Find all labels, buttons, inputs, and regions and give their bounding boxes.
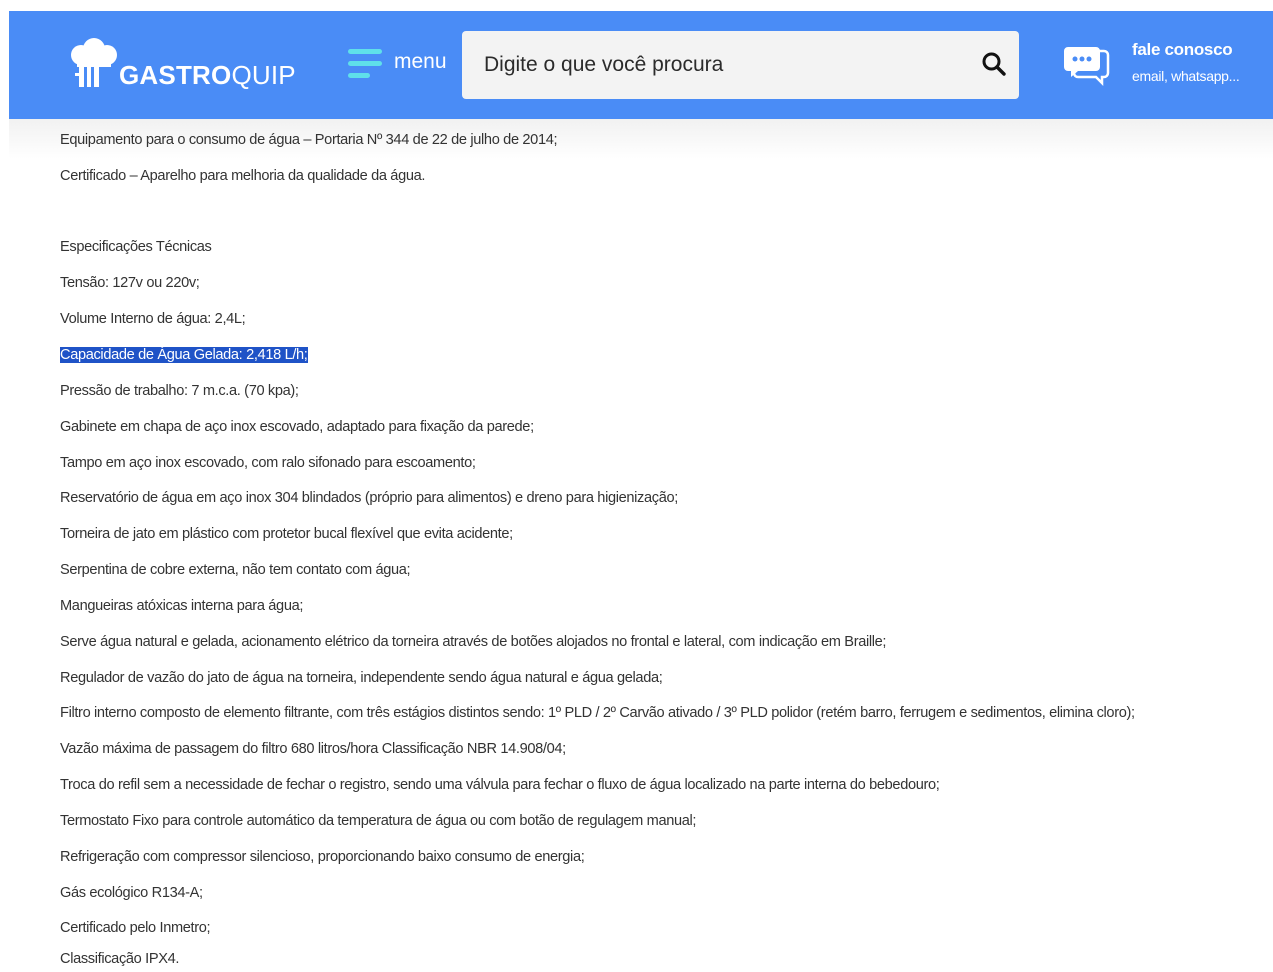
chat-bubble-icon bbox=[1064, 45, 1110, 87]
spec-line: Pressão de trabalho: 7 m.c.a. (70 kpa); bbox=[60, 383, 299, 399]
spec-line: Certificado – Aparelho para melhoria da … bbox=[60, 168, 426, 184]
menu-label: menu bbox=[394, 50, 447, 73]
spec-line: Certificado pelo Inmetro; bbox=[60, 920, 211, 936]
contact-link[interactable]: fale conosco email, whatsapp... bbox=[1064, 39, 1240, 87]
contact-text: fale conosco email, whatsapp... bbox=[1132, 39, 1240, 85]
site-header: GASTROQUIP menu Digite o que você procur… bbox=[9, 11, 1273, 119]
spec-line: Gabinete em chapa de aço inox escovado, … bbox=[60, 419, 534, 435]
page: GASTROQUIP menu Digite o que você procur… bbox=[0, 0, 1273, 972]
spec-line: Termostato Fixo para controle automático… bbox=[60, 813, 697, 829]
search-box bbox=[462, 31, 1019, 99]
search-icon[interactable] bbox=[981, 51, 1007, 77]
search-input[interactable] bbox=[484, 53, 954, 77]
spec-line: Filtro interno composto de elemento filt… bbox=[60, 705, 1135, 721]
spec-line: Volume Interno de água: 2,4L; bbox=[60, 311, 246, 327]
spec-line: Gás ecológico R134-A; bbox=[60, 885, 203, 901]
logo-text: GASTROQUIP bbox=[119, 60, 296, 91]
spec-line: Troca do refil sem a necessidade de fech… bbox=[60, 777, 940, 793]
menu-button[interactable]: menu bbox=[348, 49, 447, 81]
spec-line: Classificação IPX4. bbox=[60, 951, 180, 967]
spec-line: Regulador de vazão do jato de água na to… bbox=[60, 670, 663, 686]
spec-line: Torneira de jato em plástico com proteto… bbox=[60, 526, 513, 542]
contact-title: fale conosco bbox=[1132, 40, 1233, 59]
spec-line: Vazão máxima de passagem do filtro 680 l… bbox=[60, 741, 566, 757]
logo-text-bold: GASTRO bbox=[119, 59, 232, 90]
hamburger-icon bbox=[348, 49, 382, 81]
spec-line: Reservatório de água em aço inox 304 bli… bbox=[60, 490, 678, 506]
contact-subtitle: email, whatsapp... bbox=[1132, 68, 1240, 84]
selected-text: Capacidade de Água Gelada: 2,418 L/h; bbox=[60, 347, 308, 363]
spec-line-selected: Capacidade de Água Gelada: 2,418 L/h; bbox=[60, 345, 308, 365]
spec-line: Tensão: 127v ou 220v; bbox=[60, 275, 200, 291]
spec-heading: Especificações Técnicas bbox=[60, 239, 212, 255]
spec-line: Equipamento para o consumo de água – Por… bbox=[60, 132, 558, 148]
spec-line: Serpentina de cobre externa, não tem con… bbox=[60, 562, 411, 578]
spec-line: Serve água natural e gelada, acionamento… bbox=[60, 634, 887, 650]
chef-hat-logo-icon bbox=[65, 37, 123, 93]
spec-line: Mangueiras atóxicas interna para água; bbox=[60, 598, 304, 614]
spec-line: Refrigeração com compressor silencioso, … bbox=[60, 849, 585, 865]
site-logo[interactable]: GASTROQUIP bbox=[65, 37, 296, 93]
spec-line: Tampo em aço inox escovado, com ralo sif… bbox=[60, 455, 476, 471]
logo-text-light: QUIP bbox=[231, 59, 296, 90]
